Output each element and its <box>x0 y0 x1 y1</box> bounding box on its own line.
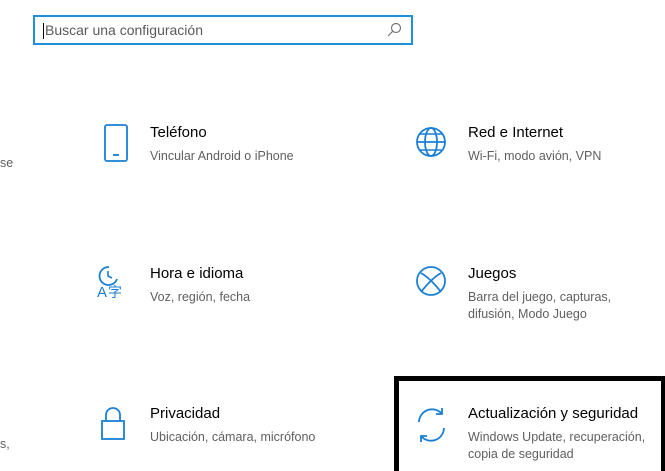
left-edge-text-1: se <box>0 156 14 170</box>
setting-gaming[interactable]: Juegos Barra del juego, capturas, difusi… <box>416 265 665 335</box>
globe-icon <box>416 127 446 157</box>
setting-description: Voz, región, fecha <box>150 290 251 304</box>
svg-text:字: 字 <box>108 285 122 301</box>
time-language-icon: A 字 <box>97 266 122 301</box>
setting-title: Juegos <box>468 265 517 282</box>
xbox-icon <box>416 266 446 296</box>
phone-icon <box>104 124 128 162</box>
lock-icon <box>101 407 125 440</box>
search-input[interactable] <box>45 17 375 43</box>
setting-description: Barra del juego, capturas, difusión, Mod… <box>468 290 612 321</box>
left-edge-text-3: s, <box>0 437 10 451</box>
search-box[interactable] <box>33 15 413 45</box>
setting-title: Privacidad <box>150 405 221 422</box>
setting-phone[interactable]: Teléfono Vincular Android o iPhone <box>98 124 348 184</box>
search-icon[interactable] <box>386 22 402 38</box>
setting-description: Ubicación, cámara, micrófono <box>150 430 316 444</box>
highlight-frame <box>394 376 665 471</box>
svg-text:A: A <box>97 284 107 301</box>
setting-description: Wi-Fi, modo avión, VPN <box>468 149 602 163</box>
setting-title: Hora e idioma <box>150 265 244 282</box>
text-caret <box>43 23 44 39</box>
setting-title: Red e Internet <box>468 124 564 141</box>
setting-privacy[interactable]: Privacidad Ubicación, cámara, micrófono <box>98 405 348 465</box>
setting-description: Vincular Android o iPhone <box>150 149 294 163</box>
setting-title: Teléfono <box>150 124 207 141</box>
setting-network[interactable]: Red e Internet Wi-Fi, modo avión, VPN <box>416 124 665 184</box>
setting-time-language[interactable]: A 字 Hora e idioma Voz, región, fecha <box>96 265 346 325</box>
